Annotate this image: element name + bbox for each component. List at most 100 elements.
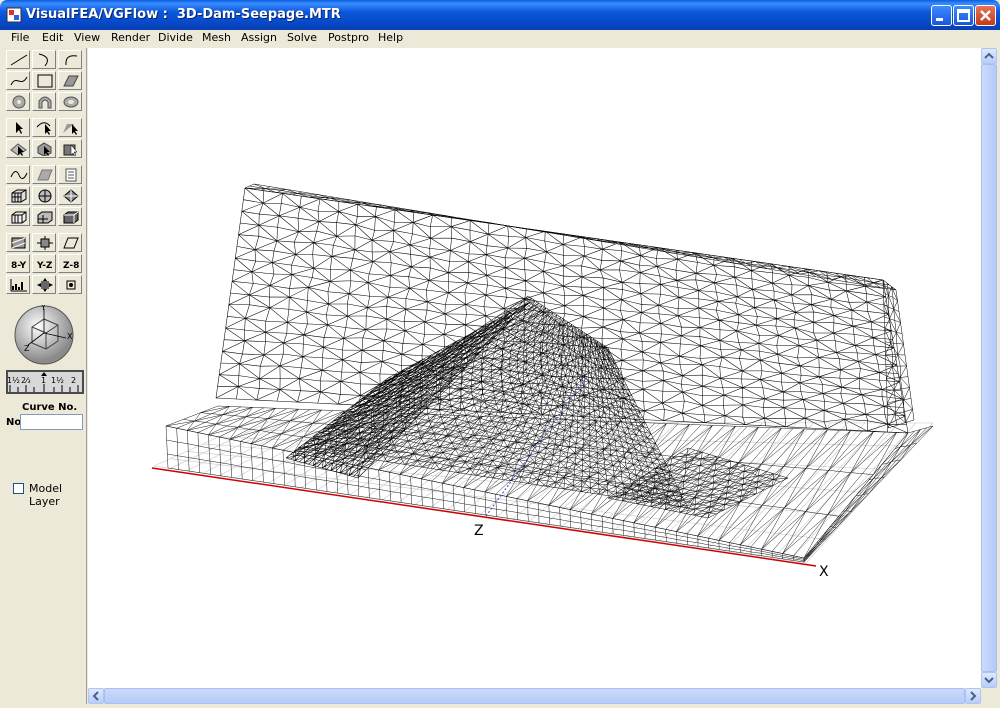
scroll-left-button[interactable]	[88, 688, 104, 704]
menu-edit[interactable]: Edit	[42, 31, 63, 44]
maximize-button[interactable]	[953, 5, 974, 26]
move-arrows-icon	[37, 278, 53, 292]
tool-list[interactable]	[58, 165, 82, 184]
menu-postpro[interactable]: Postpro	[328, 31, 369, 44]
tool-graph[interactable]	[6, 275, 30, 294]
tool-view-zx[interactable]: Z-8	[58, 254, 82, 273]
tool-mesh-solid-1[interactable]	[6, 186, 30, 205]
graph-icon	[10, 279, 27, 292]
list-icon	[65, 168, 77, 182]
mesh-diamond-icon	[63, 189, 79, 203]
svg-text:Y-Z: Y-Z	[36, 261, 53, 271]
tool-view-fit[interactable]	[32, 233, 56, 252]
menu-view[interactable]: View	[74, 31, 100, 44]
app-icon	[6, 7, 22, 23]
menu-render[interactable]: Render	[111, 31, 150, 44]
horizontal-scroll-thumb[interactable]	[104, 688, 965, 704]
ruler-mark-4: 1½	[51, 376, 64, 385]
scroll-up-button[interactable]	[981, 48, 997, 64]
tool-ring[interactable]	[58, 92, 82, 111]
ruler-mark-3: 1	[41, 376, 46, 385]
spline-icon	[10, 76, 28, 86]
curve-number-input[interactable]	[20, 414, 83, 430]
tool-select-surface[interactable]	[58, 118, 82, 137]
tool-select-solid[interactable]	[32, 139, 56, 158]
ruler-mark-2: 2⁄₃	[21, 376, 31, 385]
surface-icon	[63, 75, 79, 87]
tool-circle-arc[interactable]	[58, 50, 82, 69]
tool-view-xy[interactable]: 8-Y	[6, 254, 30, 273]
horizontal-scrollbar[interactable]	[88, 688, 981, 704]
view-orientation-compass[interactable]: Y X Z	[14, 305, 74, 365]
tool-mesh-solid-3[interactable]	[58, 186, 82, 205]
scroll-left-icon	[92, 691, 99, 701]
tool-arch[interactable]	[32, 92, 56, 111]
block-pointer-icon	[63, 144, 78, 156]
vertical-scroll-thumb[interactable]	[981, 64, 997, 672]
tool-spline[interactable]	[6, 71, 30, 90]
maximize-icon	[957, 9, 970, 22]
x-axis-label: X	[819, 564, 829, 580]
tool-view-plane[interactable]	[58, 233, 82, 252]
tool-move[interactable]	[32, 275, 56, 294]
ruler-mark-1: 1½	[7, 376, 20, 385]
menu-mesh[interactable]: Mesh	[202, 31, 231, 44]
tool-view-yz[interactable]: Y-Z	[32, 254, 56, 273]
menu-solve[interactable]: Solve	[287, 31, 317, 44]
ring-icon	[63, 96, 79, 108]
curve-number-label: Curve No.	[22, 402, 78, 413]
mesh-patch	[165, 405, 909, 559]
arrow-pointer-icon	[16, 122, 23, 134]
ruler-mark-5: 2	[71, 376, 76, 385]
mesh-patch	[803, 425, 934, 563]
block-mesh-solid-icon	[63, 211, 79, 224]
arc-icon	[38, 53, 48, 67]
tool-view-shade[interactable]	[6, 233, 30, 252]
face-pointer-icon	[10, 143, 27, 156]
scroll-up-icon	[984, 52, 994, 59]
svg-text:8-Y: 8-Y	[11, 261, 27, 271]
tool-select-face[interactable]	[6, 139, 30, 158]
tool-point[interactable]	[58, 275, 82, 294]
tool-line[interactable]	[6, 50, 30, 69]
tool-mesh-block-1[interactable]	[6, 207, 30, 226]
scale-ruler[interactable]: 1½ 2⁄₃ 1 1½ 2	[6, 370, 84, 394]
menu-file[interactable]: File	[11, 31, 29, 44]
scroll-right-button[interactable]	[965, 688, 981, 704]
tool-select[interactable]	[6, 118, 30, 137]
fit-arrows-icon	[37, 236, 53, 250]
tool-mesh-block-2[interactable]	[32, 207, 56, 226]
model-viewport[interactable]: Z X	[88, 48, 981, 688]
minimize-button[interactable]	[931, 5, 952, 26]
tool-select-block[interactable]	[58, 139, 82, 158]
z-axis-label: Z	[474, 523, 484, 539]
tool-arc[interactable]	[32, 50, 56, 69]
model-layer-checkbox[interactable]	[13, 483, 24, 494]
menu-assign[interactable]: Assign	[241, 31, 277, 44]
finite-element-mesh	[165, 183, 934, 563]
circle-arc-icon	[65, 55, 78, 66]
tool-torus[interactable]	[6, 92, 30, 111]
menu-divide[interactable]: Divide	[158, 31, 193, 44]
tool-select-curve[interactable]	[32, 118, 56, 137]
menu-help[interactable]: Help	[378, 31, 403, 44]
tool-surface[interactable]	[58, 71, 82, 90]
xy-view-icon: 8-Y	[11, 261, 27, 271]
arch-icon	[38, 96, 52, 109]
compass-y-label: Y	[40, 305, 46, 312]
vertical-scrollbar[interactable]	[981, 48, 997, 688]
scroll-down-button[interactable]	[981, 672, 997, 688]
title-bar[interactable]: VisualFEA/VGFlow : 3D-Dam-Seepage.MTR	[0, 0, 1000, 30]
close-button[interactable]	[975, 5, 996, 26]
point-icon	[66, 280, 76, 290]
tool-curve-divide[interactable]	[6, 165, 30, 184]
tool-surface-divide[interactable]	[32, 165, 56, 184]
shade-icon	[11, 237, 26, 249]
wave-icon	[10, 171, 28, 179]
tool-mesh-block-3[interactable]	[58, 207, 82, 226]
tool-rectangle[interactable]	[32, 71, 56, 90]
tool-mesh-solid-2[interactable]	[32, 186, 56, 205]
menu-bar: File Edit View Render Divide Mesh Assign…	[0, 30, 1000, 47]
tool-palette: 8-Y Y-Z Z-8 Y X Z 1½ 2⁄₃ 1 1½ 2 Curve No…	[4, 48, 87, 704]
dam-mesh-view[interactable]: Z X	[88, 48, 981, 688]
